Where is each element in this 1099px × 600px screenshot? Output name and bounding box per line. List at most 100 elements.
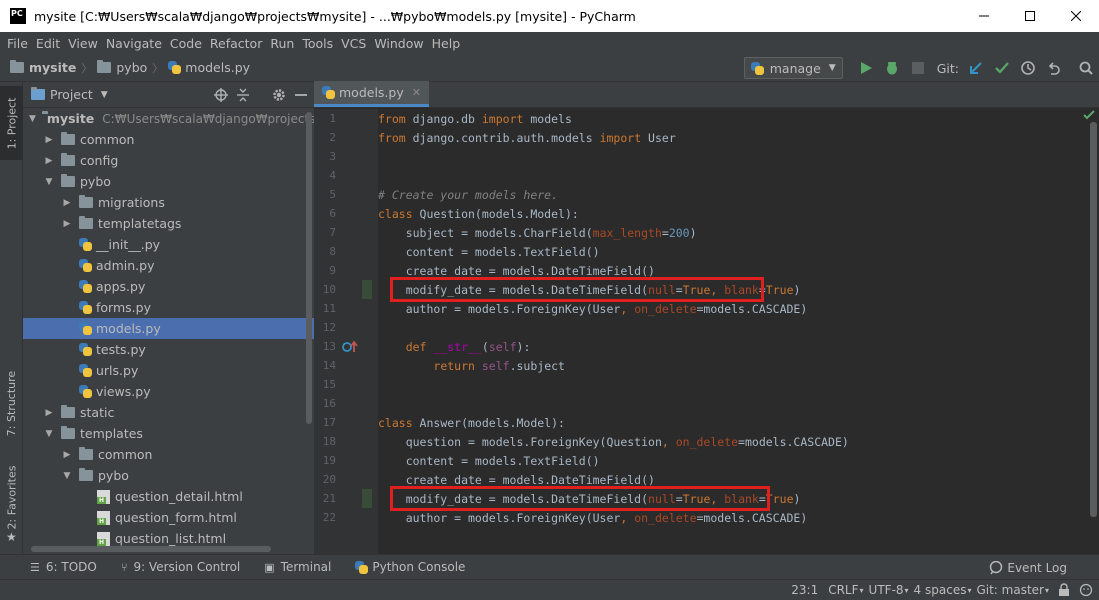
project-horizontal-scrollbar[interactable]	[31, 546, 271, 552]
tree-item-common[interactable]: ▶ common	[23, 129, 314, 150]
menu-help[interactable]: Help	[428, 36, 465, 51]
project-vertical-scrollbar[interactable]	[306, 112, 312, 424]
close-tab-icon[interactable]: ✕	[412, 86, 421, 99]
chevron-down-icon: ▾	[1044, 585, 1049, 595]
indent-setting[interactable]: 4 spaces	[909, 583, 972, 597]
tree-item-templatetags[interactable]: ▶ templatetags	[23, 213, 314, 234]
project-tool-tab-label: 1: Project	[5, 97, 18, 149]
favorites-tool-tab[interactable]: 2: Favorites	[0, 462, 23, 532]
code-line: from django.db import models	[378, 109, 572, 128]
collapse-all-icon[interactable]	[236, 88, 250, 102]
tree-item-forms-py[interactable]: forms.py	[23, 297, 314, 318]
project-tool-tab[interactable]: 1: Project	[0, 86, 23, 160]
stop-icon	[911, 62, 924, 74]
tree-item-config[interactable]: ▶ config	[23, 150, 314, 171]
inspector-face-icon[interactable]	[1079, 583, 1093, 597]
tree-item-pybo[interactable]: ▼ pybo	[23, 171, 314, 192]
tree-item-apps-py[interactable]: apps.py	[23, 276, 314, 297]
html-file-icon	[97, 531, 110, 546]
search-icon	[1079, 61, 1093, 75]
code-text: author = models.ForeignKey(User	[378, 301, 621, 316]
tree-item-question-detail-html[interactable]: question_detail.html	[23, 486, 314, 507]
menu-navigate[interactable]: Navigate	[102, 36, 166, 51]
python-console-tool-button[interactable]: Python Console	[343, 560, 477, 574]
inspection-ok-checkmark-icon[interactable]	[1083, 110, 1095, 120]
tree-item-static[interactable]: ▶ static	[23, 402, 314, 423]
tree-item-label: templates	[80, 426, 143, 441]
git-commit-button[interactable]	[989, 54, 1015, 82]
tree-item-views-py[interactable]: views.py	[23, 381, 314, 402]
editor-tab-models-py[interactable]: models.py ✕	[314, 81, 429, 107]
run-configuration-dropdown[interactable]: manage ▼	[743, 57, 843, 79]
code-text: Answer(models.Model):	[412, 415, 565, 430]
tree-item-question-form-html[interactable]: question_form.html	[23, 507, 314, 528]
git-history-button[interactable]	[1015, 54, 1041, 82]
menu-file[interactable]: File	[3, 36, 32, 51]
structure-tool-tab[interactable]: 7: Structure	[0, 368, 23, 438]
debug-button[interactable]	[879, 54, 905, 82]
menu-run[interactable]: Run	[266, 36, 298, 51]
code-self: self	[481, 358, 510, 373]
locate-target-icon[interactable]	[214, 88, 228, 102]
code-text-area[interactable]: from django.db import models from django…	[378, 109, 1099, 554]
minimize-button[interactable]	[961, 0, 1007, 32]
editor-tab-bar: models.py ✕	[314, 81, 1099, 108]
vcs-change-marker[interactable]	[362, 280, 372, 299]
editor-vertical-scrollbar[interactable]	[1090, 122, 1097, 517]
menu-view[interactable]: View	[64, 36, 102, 51]
version-control-tool-button[interactable]: ⑂ 9: Version Control	[109, 560, 252, 574]
stop-button[interactable]	[905, 54, 931, 82]
menu-tools[interactable]: Tools	[298, 36, 337, 51]
git-label: Git:	[936, 60, 959, 76]
code-line: class Question(models.Model):	[378, 204, 579, 223]
tree-item-templates-common[interactable]: ▶ common	[23, 444, 314, 465]
file-encoding[interactable]: UTF-8	[864, 583, 909, 597]
tree-item-migrations[interactable]: ▶ migrations	[23, 192, 314, 213]
caret-position[interactable]: 23:1	[786, 583, 823, 597]
git-branch[interactable]: Git: master	[971, 583, 1049, 597]
maximize-icon	[1025, 11, 1035, 21]
todo-tool-button[interactable]: ☰ 6: TODO	[0, 560, 109, 574]
breadcrumb-models[interactable]: models.py	[185, 60, 250, 75]
event-log-button[interactable]: Event Log	[989, 555, 1067, 580]
code-comma: ,	[620, 510, 635, 525]
close-icon	[1071, 11, 1081, 21]
git-update-button[interactable]	[963, 54, 989, 82]
project-panel-tools	[214, 82, 308, 108]
close-button[interactable]	[1053, 0, 1099, 32]
search-everywhere-button[interactable]	[1073, 54, 1099, 82]
gear-icon[interactable]	[272, 88, 286, 102]
maximize-button[interactable]	[1007, 0, 1053, 32]
tree-item-question-list-html[interactable]: question_list.html	[23, 528, 314, 548]
tree-item-templates[interactable]: ▼ templates	[23, 423, 314, 444]
tree-item-mysite[interactable]: ▼ mysite C:₩Users₩scala₩django₩projects₩…	[23, 108, 314, 129]
code-keyword: import	[481, 111, 524, 126]
menu-code[interactable]: Code	[166, 36, 206, 51]
html-file-icon	[97, 489, 110, 504]
run-button[interactable]	[853, 54, 879, 82]
terminal-tool-button[interactable]: ▣ Terminal	[252, 560, 343, 574]
lock-icon[interactable]	[1057, 583, 1071, 597]
editor-gutter: 1 2 3 4 5 6 7 8 9 10 11 12 13 14 15 16 1…	[314, 109, 378, 554]
menu-refactor[interactable]: Refactor	[206, 36, 266, 51]
tree-item-tests-py[interactable]: tests.py	[23, 339, 314, 360]
hide-panel-icon[interactable]	[294, 88, 308, 102]
menu-vcs[interactable]: VCS	[337, 36, 370, 51]
tree-item-init-py[interactable]: __init__.py	[23, 234, 314, 255]
menu-window[interactable]: Window	[370, 36, 427, 51]
tree-item-urls-py[interactable]: urls.py	[23, 360, 314, 381]
breadcrumb-pybo[interactable]: pybo	[116, 60, 147, 75]
tree-item-admin-py[interactable]: admin.py	[23, 255, 314, 276]
tree-item-models-py[interactable]: models.py	[23, 318, 314, 339]
line-separator[interactable]: CRLF	[823, 583, 863, 597]
git-rollback-button[interactable]	[1041, 54, 1067, 82]
override-method-gutter-icon[interactable]	[342, 340, 358, 354]
breadcrumb-mysite[interactable]: mysite	[29, 60, 76, 75]
tree-item-templates-pybo[interactable]: ▼ pybo	[23, 465, 314, 486]
project-view-selector[interactable]: Project ▼	[31, 87, 108, 102]
menu-edit[interactable]: Edit	[32, 36, 64, 51]
vcs-change-marker[interactable]	[362, 489, 372, 508]
code-param: on_delete	[675, 434, 739, 449]
event-log-label: Event Log	[1007, 560, 1067, 575]
